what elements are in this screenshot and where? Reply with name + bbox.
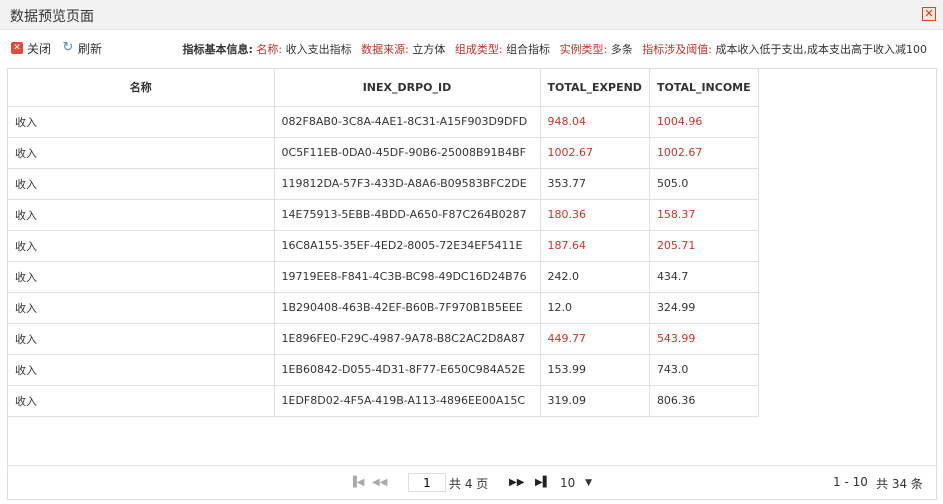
data-table: 名称 INEX_DRPO_ID TOTAL_EXPEND TOTAL_INCOM… [8,69,759,417]
cell-expend: 1002.67 [539,136,650,169]
cell-expend: 12.0 [539,291,650,324]
info-value-source: 立方体 [412,43,446,56]
cell-name: 收入 [8,291,275,324]
record-range-label: 1 - 10 [833,475,868,489]
cell-id: 14E75913-5EBB-4BDD-A650-F87C264B0287 [273,198,541,231]
cell-income: 505.0 [648,167,759,200]
table-header-row: 名称 INEX_DRPO_ID TOTAL_EXPEND TOTAL_INCOM… [8,69,759,107]
page-size-value: 10 [560,475,576,490]
window-titlebar: 数据预览页面 ✕ [0,0,943,30]
cell-name: 收入 [8,384,275,417]
info-key-instance: 实例类型: [559,43,608,56]
table-row[interactable]: 收入 14E75913-5EBB-4BDD-A650-F87C264B0287 18… [8,198,759,231]
cell-income: 743.0 [648,353,759,386]
table-row[interactable]: 收入 0C5F11EB-0DA0-45DF-90B6-25008B91B4BF 10… [8,136,759,169]
cell-id: 082F8AB0-3C8A-4AE1-8C31-A15F903D9DFD [273,105,541,138]
cell-income: 1002.67 [648,136,759,169]
cell-income: 806.36 [648,384,759,417]
table-row[interactable]: 收入 1EDF8D02-4F5A-419B-A113-4896EE00A15C 31… [8,384,759,417]
toolbar: ✕ 关闭 ↻ 刷新 指标基本信息: 名称: 收入支出指标 数据来源: 立方体 组… [0,34,943,62]
info-key-type: 组成类型: [454,43,503,56]
last-page-icon[interactable]: ▶▌ [535,477,550,488]
column-header-name[interactable]: 名称 [8,69,275,107]
info-key-source: 数据来源: [361,43,409,56]
cell-id: 1EB60842-D055-4D31-8F77-E650C984A52E [273,353,541,386]
cell-id: 16C8A155-35EF-4ED2-8005-72E34EF5411E [273,229,541,262]
cell-income: 1004.96 [648,105,759,138]
cell-expend: 180.36 [539,198,650,231]
cell-name: 收入 [8,198,275,231]
info-value-type: 组合指标 [506,43,551,56]
column-header-income[interactable]: TOTAL_INCOME [648,69,759,107]
table-row[interactable]: 收入 082F8AB0-3C8A-4AE1-8C31-A15F903D9DFD 94… [8,105,759,138]
total-pages-label: 共 4 页 [449,477,489,491]
info-value-name: 收入支出指标 [285,43,352,56]
page-size-select[interactable]: 10 ▼ [558,473,594,492]
info-key-name: 名称: [256,43,283,56]
cell-expend: 353.77 [539,167,650,200]
cell-income: 324.99 [648,291,759,324]
close-icon: ✕ [11,42,23,54]
first-page-icon[interactable]: ▐◀ [349,477,364,488]
refresh-button[interactable]: ↻ 刷新 [62,40,102,56]
info-value-threshold: 成本收入低于支出,成本支出高于收入减100 [715,43,928,56]
table-body: 收入 082F8AB0-3C8A-4AE1-8C31-A15F903D9DFD 94… [8,105,759,417]
window-title: 数据预览页面 [10,9,94,25]
cell-name: 收入 [8,353,275,386]
indicator-info-title: 指标基本信息: [182,43,253,56]
info-value-instance: 多条 [610,43,633,56]
cell-id: 0C5F11EB-0DA0-45DF-90B6-25008B91B4BF [273,136,541,169]
info-key-threshold: 指标涉及阈值: [642,43,712,56]
indicator-info: 指标基本信息: 名称: 收入支出指标 数据来源: 立方体 组成类型: 组合指标 … [183,41,928,57]
table-row[interactable]: 收入 19719EE8-F841-4C3B-BC98-49DC16D24B76 24… [8,260,759,293]
cell-expend: 449.77 [539,322,650,355]
column-header-id[interactable]: INEX_DRPO_ID [273,69,541,107]
chevron-down-icon: ▼ [585,477,592,488]
next-page-icon[interactable]: ▶▶ [509,477,524,488]
cell-name: 收入 [8,229,275,262]
refresh-button-label: 刷新 [78,41,103,56]
cell-name: 收入 [8,260,275,293]
table-row[interactable]: 收入 119812DA-57F3-433D-A8A6-B09583BFC2DE 35… [8,167,759,200]
prev-page-icon[interactable]: ◀◀ [372,477,387,488]
cell-id: 119812DA-57F3-433D-A8A6-B09583BFC2DE [273,167,541,200]
table-row[interactable]: 收入 1E896FE0-F29C-4987-9A78-B8C2AC2D8A87 44… [8,322,759,355]
cell-name: 收入 [8,322,275,355]
column-header-expend[interactable]: TOTAL_EXPEND [539,69,650,107]
total-records-label: 共 34 条 [876,477,923,491]
close-button[interactable]: ✕ 关闭 [11,40,51,56]
cell-expend: 187.64 [539,229,650,262]
cell-expend: 948.04 [539,105,650,138]
cell-income: 543.99 [648,322,759,355]
table-row[interactable]: 收入 1EB60842-D055-4D31-8F77-E650C984A52E 15… [8,353,759,386]
pagination-bar: ▐◀ ◀◀ 共 4 页 ▶▶ ▶▌ 10 ▼ 1 - 10 共 34 条 [7,465,937,499]
cell-income: 158.37 [648,198,759,231]
refresh-icon: ↻ [62,40,74,55]
cell-id: 1E896FE0-F29C-4987-9A78-B8C2AC2D8A87 [273,322,541,355]
cell-expend: 242.0 [539,260,650,293]
cell-income: 205.71 [648,229,759,262]
cell-name: 收入 [8,105,275,138]
close-button-label: 关闭 [27,41,52,56]
page-number-input[interactable] [408,473,446,492]
table-row[interactable]: 收入 1B290408-463B-42EF-B60B-7F970B1B5EEE 12… [8,291,759,324]
cell-name: 收入 [8,167,275,200]
cell-id: 1B290408-463B-42EF-B60B-7F970B1B5EEE [273,291,541,324]
cell-expend: 319.09 [539,384,650,417]
cell-expend: 153.99 [539,353,650,386]
table-row[interactable]: 收入 16C8A155-35EF-4ED2-8005-72E34EF5411E 18… [8,229,759,262]
cell-id: 1EDF8D02-4F5A-419B-A113-4896EE00A15C [273,384,541,417]
cell-id: 19719EE8-F841-4C3B-BC98-49DC16D24B76 [273,260,541,293]
cell-name: 收入 [8,136,275,169]
window-close-icon[interactable]: ✕ [922,7,936,21]
cell-income: 434.7 [648,260,759,293]
data-grid: 名称 INEX_DRPO_ID TOTAL_EXPEND TOTAL_INCOM… [7,68,937,500]
